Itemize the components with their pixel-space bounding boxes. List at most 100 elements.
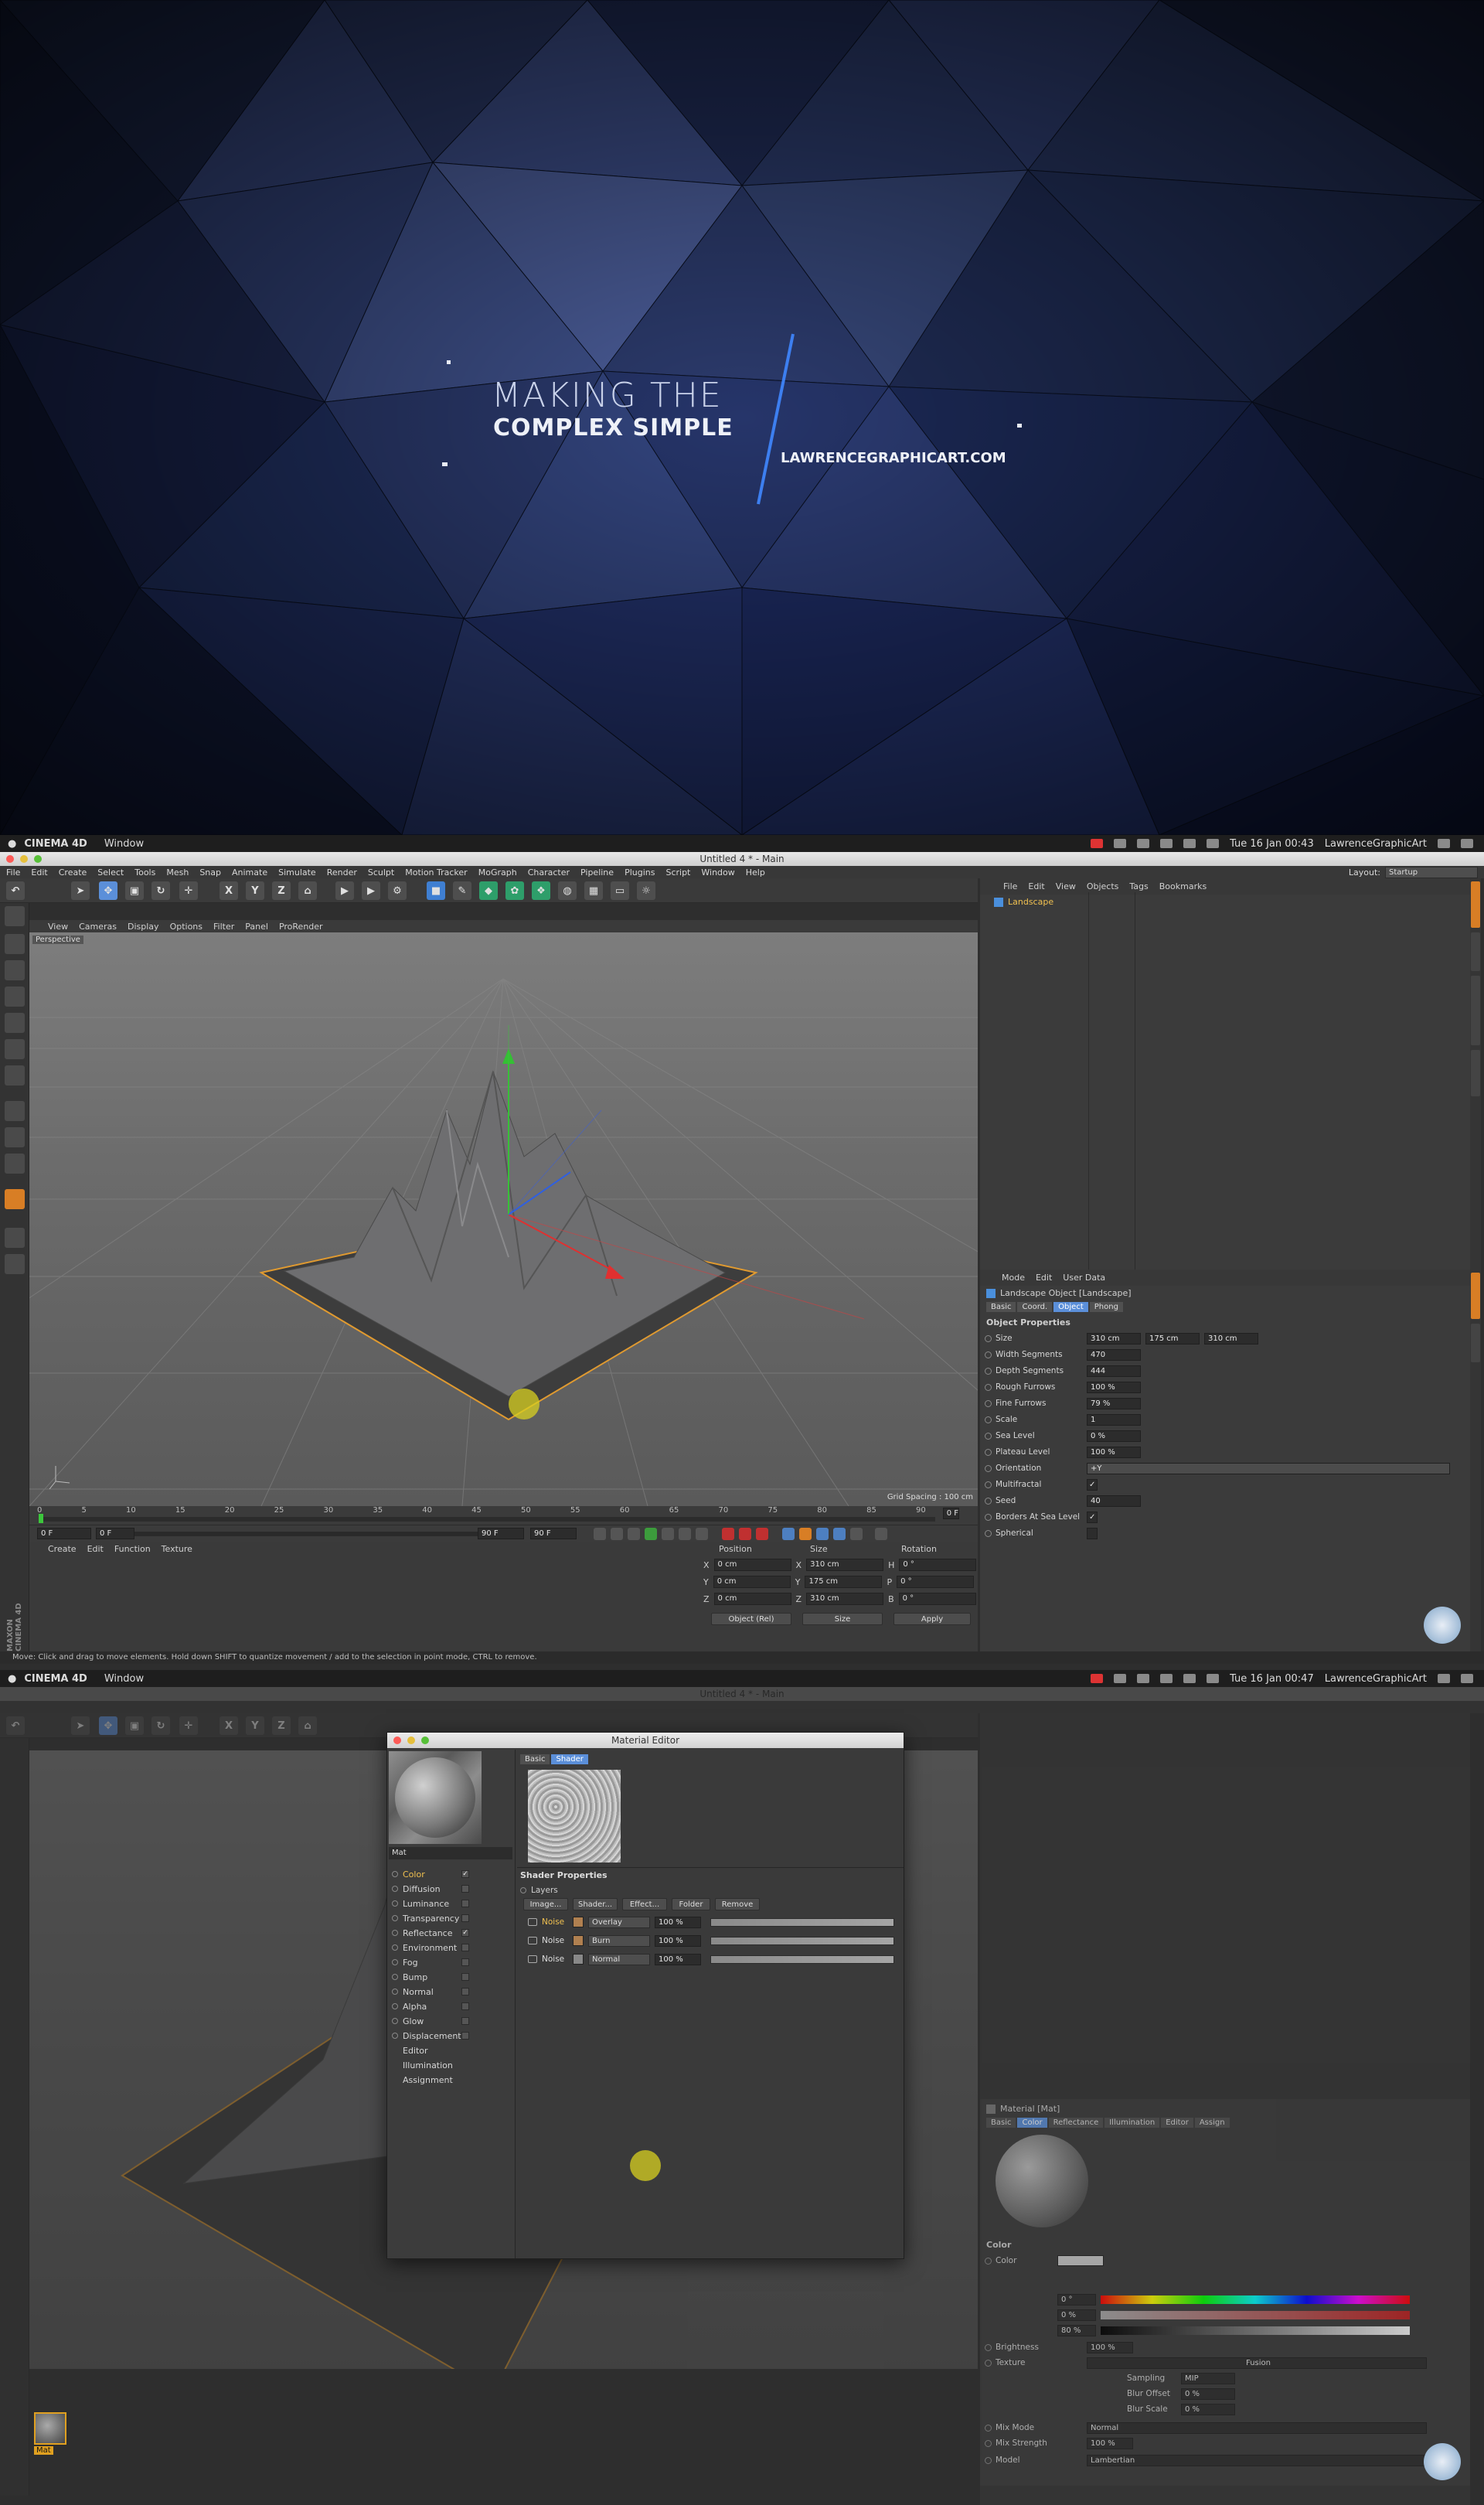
keyframe-selection-icon[interactable] bbox=[756, 1528, 768, 1540]
coordinate-system-icon[interactable]: ⌂ bbox=[298, 881, 317, 900]
eject-icon[interactable] bbox=[1183, 839, 1196, 848]
edges-mode-icon[interactable] bbox=[5, 1039, 25, 1059]
cloud-icon[interactable] bbox=[1114, 1674, 1127, 1683]
plateau-level-value[interactable]: 100 % bbox=[1087, 1446, 1141, 1458]
frame-end-field-2[interactable]: 90 F bbox=[530, 1528, 577, 1539]
layer-shader-button[interactable]: Shader... bbox=[573, 1898, 618, 1910]
model-dropdown[interactable]: Lambertian bbox=[1087, 2454, 1427, 2466]
mix-mode-dropdown[interactable]: Normal bbox=[1087, 2422, 1427, 2434]
layer-effect-button[interactable]: Effect... bbox=[622, 1898, 667, 1910]
object-menu-objects[interactable]: Objects bbox=[1087, 881, 1119, 891]
menu-character[interactable]: Character bbox=[528, 867, 570, 878]
display-icon[interactable] bbox=[1137, 1674, 1150, 1683]
viewport-menu-filter[interactable]: Filter bbox=[213, 922, 234, 932]
size-mode-dropdown[interactable]: Size bbox=[802, 1613, 883, 1625]
position-z-field[interactable]: 0 cm bbox=[713, 1593, 791, 1605]
material-preview-box[interactable] bbox=[389, 1751, 482, 1844]
position-x-field[interactable]: 0 cm bbox=[713, 1559, 791, 1571]
display-icon[interactable] bbox=[1137, 839, 1150, 848]
mat-attr-tab-basic[interactable]: Basic bbox=[986, 2118, 1016, 2128]
axis-mode-icon[interactable] bbox=[5, 1101, 25, 1121]
previous-frame-icon[interactable] bbox=[628, 1528, 640, 1540]
layer-folder-button[interactable]: Folder bbox=[672, 1898, 710, 1910]
render-view-icon[interactable]: ▶ bbox=[335, 881, 354, 900]
scale-key-icon[interactable] bbox=[799, 1528, 812, 1540]
rough-furrows-value[interactable]: 100 % bbox=[1087, 1381, 1141, 1393]
value-value[interactable]: 80 % bbox=[1057, 2324, 1096, 2336]
viewport-camera-label[interactable]: Perspective bbox=[32, 936, 83, 944]
texture-mode-icon[interactable] bbox=[5, 960, 25, 980]
shader-layer-row[interactable]: Noise Normal 100 % bbox=[528, 1952, 894, 1966]
airplay-icon[interactable] bbox=[1160, 839, 1173, 848]
recent-tool-icon[interactable]: ✛ bbox=[179, 1716, 198, 1735]
render-picture-viewer-icon[interactable]: ▶ bbox=[362, 881, 380, 900]
material-menu-texture[interactable]: Texture bbox=[162, 1544, 192, 1554]
channel-illumination[interactable]: Illumination bbox=[392, 2058, 469, 2072]
go-to-start-icon[interactable] bbox=[594, 1528, 606, 1540]
zoom-window-icon[interactable] bbox=[34, 855, 42, 863]
saturation-value[interactable]: 0 % bbox=[1057, 2309, 1096, 2321]
channel-diffusion[interactable]: Diffusion bbox=[392, 1882, 469, 1896]
preview-range-slider[interactable] bbox=[107, 1532, 524, 1536]
next-key-icon[interactable] bbox=[679, 1528, 691, 1540]
menu-file[interactable]: File bbox=[6, 867, 20, 878]
layer-amount-field[interactable]: 100 % bbox=[655, 1916, 701, 1928]
viewport-menu-display[interactable]: Display bbox=[128, 922, 159, 932]
width-segments-value[interactable]: 470 bbox=[1087, 1348, 1141, 1361]
mac-user[interactable]: LawrenceGraphicArt bbox=[1325, 838, 1427, 850]
close-window-icon[interactable] bbox=[393, 1736, 401, 1744]
apply-button[interactable]: Apply bbox=[893, 1613, 971, 1625]
x-axis-icon[interactable]: X bbox=[220, 1716, 238, 1735]
menu-script[interactable]: Script bbox=[665, 867, 690, 878]
mat-attr-tab-color[interactable]: Color bbox=[1017, 2118, 1047, 2128]
seed-value[interactable]: 40 bbox=[1087, 1494, 1141, 1507]
attr-menu-mode[interactable]: Mode bbox=[1002, 1273, 1025, 1283]
channel-normal[interactable]: Normal bbox=[392, 1985, 469, 1999]
saturation-slider[interactable] bbox=[1101, 2310, 1410, 2319]
autokey-icon[interactable] bbox=[739, 1528, 751, 1540]
layer-blend-mode-dropdown[interactable]: Burn bbox=[588, 1934, 650, 1947]
pla-key-icon[interactable] bbox=[850, 1528, 863, 1540]
camera-icon[interactable]: ▭ bbox=[611, 881, 629, 900]
value-slider[interactable] bbox=[1101, 2326, 1410, 2335]
scale-value[interactable]: 1 bbox=[1087, 1413, 1141, 1426]
object-menu-file[interactable]: File bbox=[1003, 881, 1017, 891]
record-keys-icon[interactable] bbox=[722, 1528, 734, 1540]
viewport-menu-options[interactable]: Options bbox=[170, 922, 203, 932]
timeline-ruler[interactable]: 0 5 10 15 20 25 30 35 40 45 50 55 60 65 … bbox=[29, 1506, 978, 1525]
mat-attr-tab-assign[interactable]: Assign bbox=[1194, 2118, 1230, 2128]
hue-value[interactable]: 0 ° bbox=[1057, 2293, 1096, 2306]
edit-render-settings-icon[interactable]: ⚙ bbox=[388, 881, 407, 900]
y-axis-icon[interactable]: Y bbox=[246, 1716, 264, 1735]
depth-segments-value[interactable]: 444 bbox=[1087, 1365, 1141, 1377]
menu-mograph[interactable]: MoGraph bbox=[478, 867, 517, 878]
side-tab-takes[interactable] bbox=[1471, 932, 1480, 971]
object-item-landscape[interactable]: Landscape bbox=[994, 897, 1053, 907]
layer-image-button[interactable]: Image... bbox=[523, 1898, 568, 1910]
channel-luminance[interactable]: Luminance bbox=[392, 1897, 469, 1910]
channel-reflectance[interactable]: Reflectance ✓ bbox=[392, 1926, 469, 1940]
floor-icon[interactable]: ▦ bbox=[584, 881, 603, 900]
layer-amount-slider[interactable] bbox=[710, 1955, 894, 1964]
attr-tab-coord[interactable]: Coord. bbox=[1017, 1302, 1053, 1312]
channel-transparency[interactable]: Transparency bbox=[392, 1911, 469, 1925]
borders-at-sea-level-checkbox[interactable]: ✓ bbox=[1087, 1511, 1098, 1523]
layer-visibility-icon[interactable] bbox=[528, 1937, 537, 1944]
cloud-icon[interactable] bbox=[1114, 839, 1127, 848]
channel-alpha[interactable]: Alpha bbox=[392, 1999, 469, 2013]
model-mode-icon[interactable] bbox=[5, 906, 25, 926]
object-menu-edit[interactable]: Edit bbox=[1028, 881, 1044, 891]
mac-clock[interactable]: Tue 16 Jan 00:47 bbox=[1230, 1673, 1314, 1685]
mac-menu-window[interactable]: Window bbox=[104, 838, 144, 850]
side-tab-attributes[interactable] bbox=[1471, 1273, 1480, 1319]
volume-icon[interactable] bbox=[1207, 839, 1220, 848]
viewport-menu-view[interactable]: View bbox=[48, 922, 68, 932]
rotation-p-field[interactable]: 0 ° bbox=[897, 1576, 975, 1588]
timeline-icon[interactable] bbox=[875, 1528, 887, 1540]
layer-remove-button[interactable]: Remove bbox=[715, 1898, 760, 1910]
subdivision-icon[interactable]: ◆ bbox=[479, 881, 498, 900]
blur-offset-value[interactable]: 0 % bbox=[1181, 2387, 1235, 2400]
layer-amount-slider[interactable] bbox=[710, 1917, 894, 1927]
brightness-value[interactable]: 100 % bbox=[1087, 2341, 1133, 2353]
channel-bump[interactable]: Bump bbox=[392, 1970, 469, 1984]
